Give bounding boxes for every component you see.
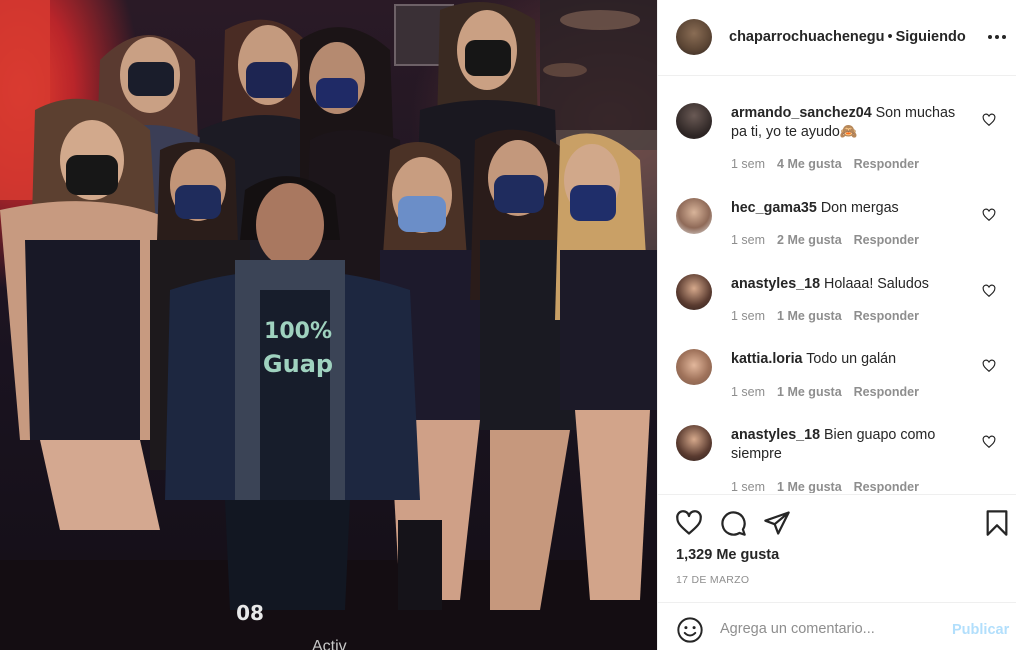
reply-button[interactable]: Responder [854,309,919,323]
comment-meta: 1 sem 1 Me gusta Responder [731,309,931,323]
reply-button[interactable]: Responder [854,480,919,493]
comment-likes[interactable]: 1 Me gusta [777,309,842,323]
comment-text-block: kattia.loria Todo un galán [731,350,971,369]
shirt-text-line1: 100% [264,319,332,344]
post-date[interactable]: 17 DE MARZO [676,574,749,586]
comment-time[interactable]: 1 sem [731,233,765,247]
comment-likes[interactable]: 1 Me gusta [777,385,842,399]
person-front-right [555,133,657,600]
add-comment-bar: Publicar [658,602,1016,650]
post-actions: 1,329 Me gusta 17 DE MARZO [658,494,1016,602]
comment-username[interactable]: anastyles_18 [731,427,820,443]
comment-time[interactable]: 1 sem [731,385,765,399]
comment-meta: 1 sem 2 Me gusta Responder [731,233,931,247]
more-icon[interactable] [988,27,1010,47]
comment-username[interactable]: hec_gama35 [731,200,817,216]
comment-username[interactable]: anastyles_18 [731,276,820,292]
comment-time[interactable]: 1 sem [731,309,765,323]
reply-button[interactable]: Responder [854,233,919,247]
heart-icon[interactable] [675,509,703,537]
post-header: chaparrochuachenegu • Siguiendo [658,0,1016,76]
author-avatar[interactable] [676,19,712,55]
commenter-avatar[interactable] [676,349,712,385]
shorts-text: 08 [236,601,264,625]
comment-like-heart-icon[interactable] [982,284,996,298]
comment-body: Todo un galán [806,351,897,367]
comment-username[interactable]: armando_sanchez04 [731,105,872,121]
reply-button[interactable]: Responder [854,157,919,171]
commenter-avatar[interactable] [676,103,712,139]
comment-body: Don mergas [820,200,899,216]
comment-meta: 1 sem 1 Me gusta Responder [731,480,931,493]
post-photo-illustration: 100% Guap 08 [0,0,657,650]
comment-body: Holaaa! Saludos [824,276,929,292]
comment-like-heart-icon[interactable] [982,435,996,449]
comment-text-block: anastyles_18 Holaaa! Saludos [731,275,971,294]
comment-likes[interactable]: 1 Me gusta [777,480,842,493]
comment-likes[interactable]: 2 Me gusta [777,233,842,247]
shirt-text-line2: Guap [263,350,333,378]
comment-input[interactable] [720,615,940,643]
comment-like-heart-icon[interactable] [982,208,996,222]
likes-count[interactable]: 1,329 Me gusta [676,547,779,563]
comment-icon[interactable] [719,509,747,537]
activation-watermark: Activ [312,638,347,650]
comment-time[interactable]: 1 sem [731,480,765,493]
author-username[interactable]: chaparrochuachenegu [729,29,885,45]
comment-text-block: hec_gama35 Don mergas [731,199,971,218]
comment-username[interactable]: kattia.loria [731,351,803,367]
commenter-avatar[interactable] [676,274,712,310]
comment-meta: 1 sem 4 Me gusta Responder [731,157,931,171]
comment-likes[interactable]: 4 Me gusta [777,157,842,171]
post-photo: 100% Guap 08 [0,0,657,650]
comments-list[interactable]: armando_sanchez04 Son muchas pa ti, yo t… [658,77,1016,493]
comment-meta: 1 sem 1 Me gusta Responder [731,385,931,399]
bookmark-icon[interactable] [983,509,1011,537]
commenter-avatar[interactable] [676,425,712,461]
comment-like-heart-icon[interactable] [982,113,996,127]
share-icon[interactable] [763,509,791,537]
author-line: chaparrochuachenegu • Siguiendo [729,29,966,45]
comment-like-heart-icon[interactable] [982,359,996,373]
comment-time[interactable]: 1 sem [731,157,765,171]
post-side-panel: chaparrochuachenegu • Siguiendo armando_sa… [657,0,1016,650]
follow-status-button[interactable]: Siguiendo [896,29,966,45]
post-comment-button[interactable]: Publicar [952,622,1009,638]
reply-button[interactable]: Responder [854,385,919,399]
comment-text-block: armando_sanchez04 Son muchas pa ti, yo t… [731,104,971,142]
commenter-avatar[interactable] [676,198,712,234]
emoji-icon[interactable] [676,616,704,644]
separator-dot: • [887,29,893,45]
comment-text-block: anastyles_18 Bien guapo como siempre [731,426,971,464]
